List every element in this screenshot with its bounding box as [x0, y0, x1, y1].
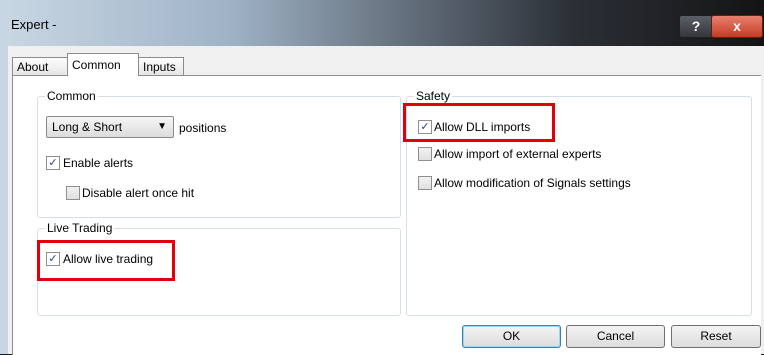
positions-select[interactable]: Long & Short ▼: [46, 116, 174, 138]
tab-common-label: Common: [72, 58, 121, 72]
tab-about-label: About: [17, 60, 49, 74]
allow-external-experts-checkbox[interactable]: [418, 147, 432, 161]
checkmark-icon: ✓: [48, 157, 58, 169]
checkmark-icon: ✓: [48, 253, 58, 265]
enable-alerts-label: Enable alerts: [63, 156, 134, 170]
help-icon: ?: [691, 18, 701, 34]
cancel-button[interactable]: Cancel: [566, 325, 665, 348]
title-bar[interactable]: Expert - ? x: [0, 0, 764, 46]
allow-signals-checkbox[interactable]: [418, 176, 432, 190]
cancel-button-label: Cancel: [596, 329, 635, 343]
checkmark-icon: ✓: [420, 121, 430, 133]
allow-external-experts-label: Allow import of external experts: [434, 147, 602, 161]
positions-label: positions: [179, 121, 227, 135]
enable-alerts-checkbox[interactable]: ✓: [46, 156, 60, 170]
reset-button-label: Reset: [700, 329, 732, 343]
tab-about[interactable]: About: [12, 57, 68, 76]
live-trading-group: Live Trading: [37, 221, 401, 316]
close-button[interactable]: x: [711, 15, 763, 38]
tab-inputs-label: Inputs: [143, 60, 176, 74]
chevron-down-icon: ▼: [157, 121, 167, 132]
common-group-label: Common: [45, 89, 98, 103]
help-button[interactable]: ?: [679, 15, 713, 38]
ok-button[interactable]: OK: [462, 325, 561, 348]
tab-inputs[interactable]: Inputs: [138, 57, 184, 76]
close-icon: x: [733, 18, 741, 34]
reset-button[interactable]: Reset: [671, 325, 761, 348]
disable-alert-label: Disable alert once hit: [82, 186, 195, 200]
disable-alert-checkbox[interactable]: [66, 186, 80, 200]
allow-dll-imports-checkbox[interactable]: ✓: [418, 120, 432, 134]
window-title: Expert -: [11, 17, 57, 32]
allow-signals-label: Allow modification of Signals settings: [434, 176, 631, 190]
positions-select-value: Long & Short: [52, 120, 123, 134]
tab-common[interactable]: Common: [67, 53, 139, 76]
safety-group-label: Safety: [414, 89, 453, 103]
live-trading-group-label: Live Trading: [45, 221, 115, 235]
ok-button-label: OK: [502, 329, 521, 343]
allow-live-trading-label: Allow live trading: [63, 252, 154, 266]
allow-live-trading-checkbox[interactable]: ✓: [46, 252, 60, 266]
allow-dll-imports-label: Allow DLL imports: [434, 120, 531, 134]
